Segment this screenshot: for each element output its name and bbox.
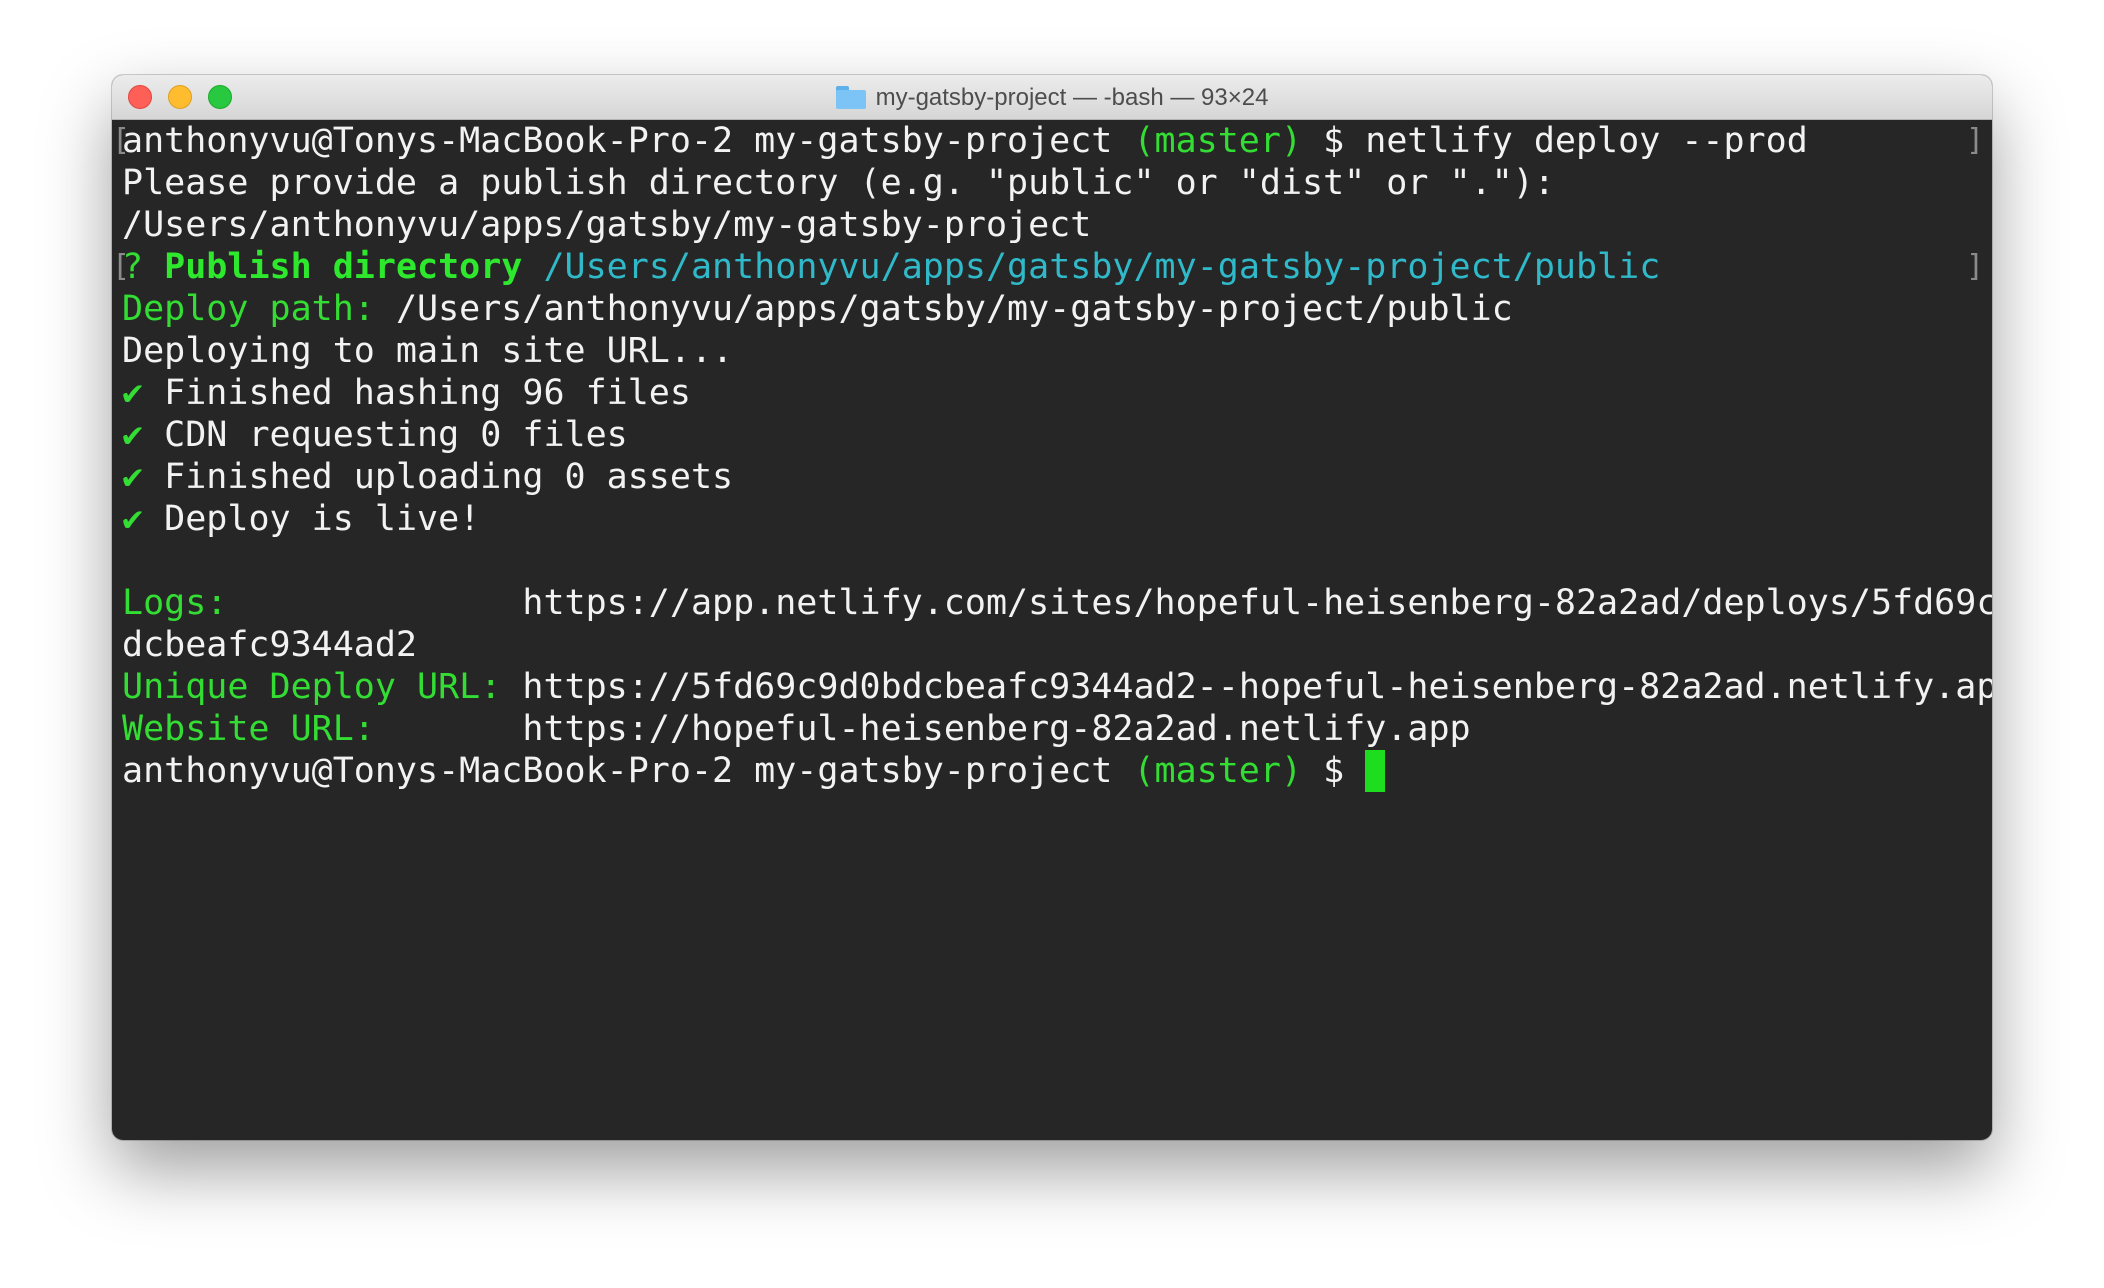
website-url[interactable]: https://hopeful-heisenberg-82a2ad.netlif… [522,709,1470,749]
publish-value: /Users/anthonyvu/apps/gatsby/my-gatsby-p… [543,247,1661,287]
step-text: Deploy is live! [164,499,481,539]
title-bar[interactable]: my-gatsby-project — -bash — 93×24 [112,75,1992,120]
prompt-symbol: $ [1323,121,1345,161]
logs-line: Logs: https://app.netlify.com/sites/hope… [122,582,1992,624]
unique-url-label: Unique Deploy URL: [122,667,502,707]
logs-url-continued[interactable]: dcbeafc9344ad2 [122,624,1992,666]
prompt-symbol: $ [1323,751,1345,791]
folder-icon [835,86,866,109]
checkmark-icon: ✔ [122,457,144,497]
unique-url-line: Unique Deploy URL: https://5fd69c9d0bdcb… [122,666,1992,708]
step-line: ✔ Finished hashing 96 files [122,372,1992,414]
git-branch: (master) [1133,121,1303,161]
step-line: ✔ CDN requesting 0 files [122,414,1992,456]
bracket-mark: ] [1965,249,1984,284]
deploy-path-line: Deploy path: /Users/anthonyvu/apps/gatsb… [122,288,1992,330]
checkmark-icon: ✔ [122,415,144,455]
window-title-text: my-gatsby-project — -bash — 93×24 [875,83,1269,111]
checkmark-icon: ✔ [122,499,144,539]
step-line: ✔ Deploy is live! [122,498,1992,540]
terminal-window: my-gatsby-project — -bash — 93×24 [antho… [112,75,1992,1140]
prompt-user: anthonyvu@Tonys-MacBook-Pro-2 my-gatsby-… [122,121,1113,161]
checkmark-icon: ✔ [122,373,144,413]
deploy-path-label: Deploy path: [122,289,375,329]
logs-label: Logs: [122,583,228,623]
output-line: Deploying to main site URL... [122,331,734,371]
deploy-path-value: /Users/anthonyvu/apps/gatsby/my-gatsby-p… [395,289,1513,329]
website-url-line: Website URL: https://hopeful-heisenberg-… [122,708,1992,750]
text-cursor[interactable] [1365,750,1386,792]
publish-label: Publish directory [164,247,523,287]
bracket-mark: [ [112,123,131,158]
step-text: CDN requesting 0 files [164,415,628,455]
window-title: my-gatsby-project — -bash — 93×24 [112,75,1992,120]
unique-url[interactable]: https://5fd69c9d0bdcbeafc9344ad2--hopefu… [522,667,1992,707]
command-text: netlify deploy --prod [1365,121,1808,161]
terminal-output[interactable]: [anthonyvu@Tonys-MacBook-Pro-2 my-gatsby… [112,120,1992,1140]
prompt-user: anthonyvu@Tonys-MacBook-Pro-2 my-gatsby-… [122,751,1113,791]
prompt-line: [anthonyvu@Tonys-MacBook-Pro-2 my-gatsby… [112,120,1992,162]
bracket-mark: [ [112,249,131,284]
prompt-line: anthonyvu@Tonys-MacBook-Pro-2 my-gatsby-… [122,750,1992,792]
output-line: Please provide a publish directory (e.g.… [122,163,1555,203]
website-url-label: Website URL: [122,709,375,749]
step-line: ✔ Finished uploading 0 assets [122,456,1992,498]
git-branch: (master) [1133,751,1303,791]
publish-question-line: [? Publish directory /Users/anthonyvu/ap… [112,246,1992,288]
logs-url[interactable]: https://app.netlify.com/sites/hopeful-he… [522,583,1992,623]
output-line: /Users/anthonyvu/apps/gatsby/my-gatsby-p… [122,205,1092,245]
step-text: Finished hashing 96 files [164,373,691,413]
bracket-mark: ] [1965,123,1984,158]
step-text: Finished uploading 0 assets [164,457,734,497]
